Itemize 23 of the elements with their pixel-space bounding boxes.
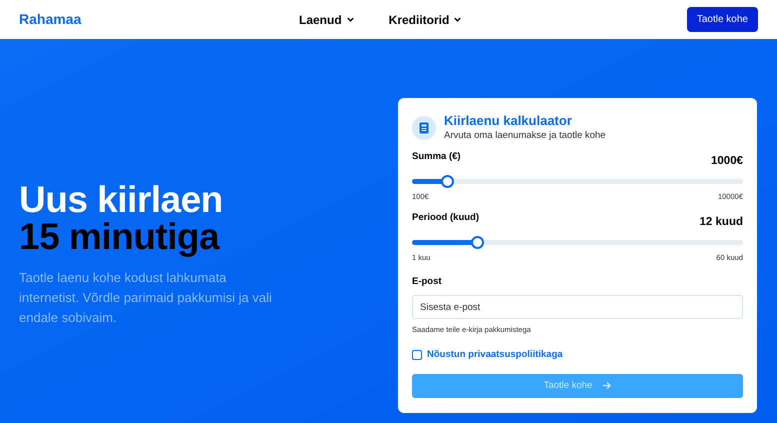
calculator-subtitle: Arvuta oma laenumakse ja taotle kohe bbox=[444, 129, 606, 142]
hero-title: Uus kiirlaen bbox=[19, 181, 224, 218]
hero-title: 15 minutiga bbox=[19, 218, 221, 255]
slider-thumb[interactable] bbox=[471, 236, 484, 249]
hero-text: Taotle laenu kohe kodust lahkumata internetist. Võrdle parimaid pakkumisi ja vali endale sobivaim. bbox=[19, 269, 273, 327]
calculator-icon bbox=[419, 122, 429, 134]
nav-menu[interactable]: Laenud bbox=[299, 10, 355, 28]
calculator-title: Kiirlaenu kalkulaator bbox=[444, 113, 573, 129]
chevron-down-icon bbox=[453, 15, 462, 24]
slider-value: 12 kuud bbox=[700, 214, 743, 230]
slider-value: 1000€ bbox=[711, 154, 743, 169]
email-label: E-post bbox=[412, 275, 443, 289]
arrow-right-icon bbox=[602, 381, 612, 390]
chevron-down-icon bbox=[346, 15, 355, 24]
nav-menu[interactable]: Krediitorid bbox=[388, 10, 462, 28]
apply-button[interactable]: Taotle kohe bbox=[686, 7, 758, 32]
slider-label: Periood (kuud) bbox=[412, 210, 480, 224]
slider-label: Summa (€) bbox=[412, 150, 461, 164]
logo[interactable]: Rahamaa bbox=[19, 9, 299, 30]
slider-thumb[interactable] bbox=[441, 175, 454, 188]
email-field[interactable]: Sisesta e-post bbox=[412, 295, 743, 320]
consent-label: Nõustun privaatsuspoliitikaga bbox=[427, 348, 563, 362]
consent-checkbox[interactable] bbox=[412, 350, 422, 360]
